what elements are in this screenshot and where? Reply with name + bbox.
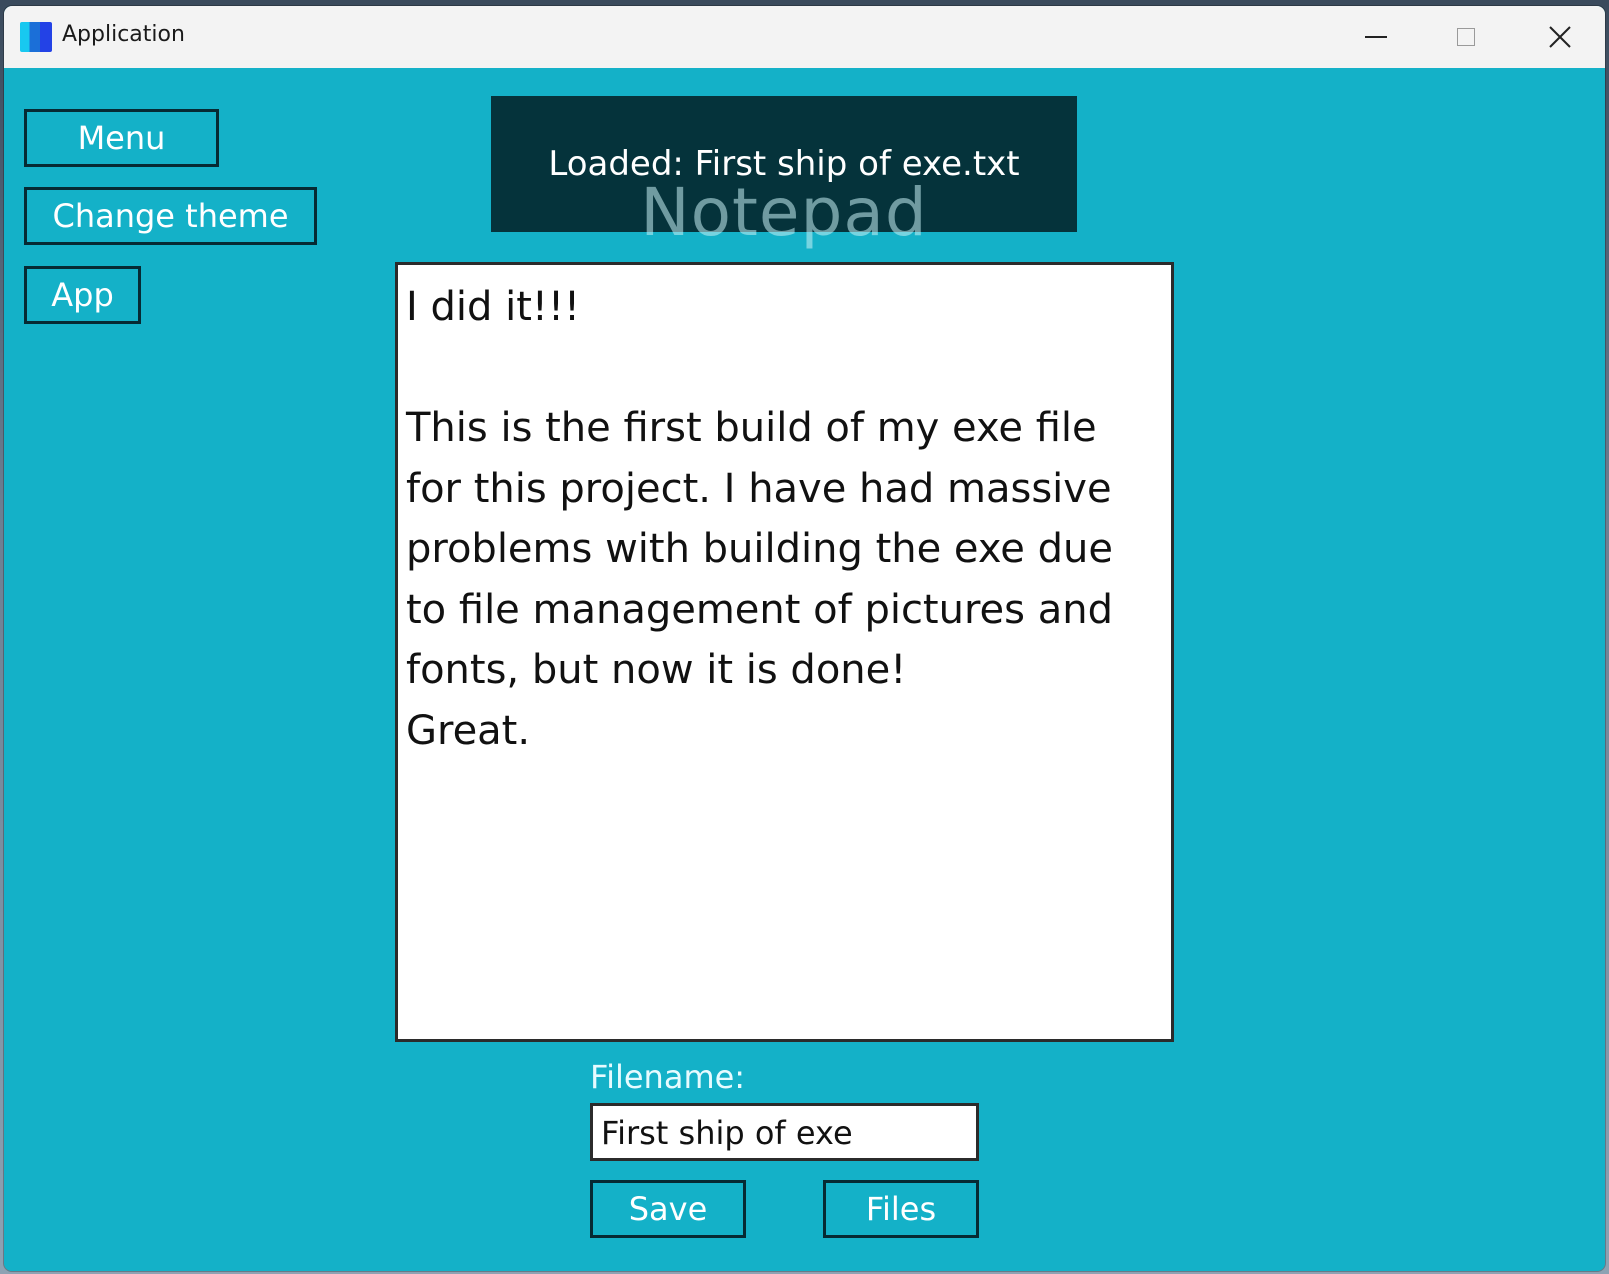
minimize-button[interactable] (1331, 6, 1421, 68)
save-button[interactable]: Save (590, 1180, 746, 1238)
client-area: Menu Change theme App Loaded: First ship… (4, 68, 1605, 1271)
minimize-icon (1365, 36, 1387, 38)
filename-label: Filename: (590, 1058, 746, 1096)
title-bar[interactable]: Application (4, 6, 1605, 69)
menu-button[interactable]: Menu (24, 109, 219, 167)
notepad-text-area[interactable]: I did it!!! This is the first build of m… (395, 262, 1174, 1042)
change-theme-button[interactable]: Change theme (24, 187, 317, 245)
close-button[interactable] (1515, 6, 1605, 68)
app-button[interactable]: App (24, 266, 141, 324)
filename-input[interactable]: First ship of exe (590, 1103, 979, 1161)
files-button[interactable]: Files (823, 1180, 979, 1238)
window-title: Application (62, 22, 185, 47)
maximize-icon (1457, 28, 1475, 46)
maximize-button[interactable] (1421, 6, 1511, 68)
app-icon (20, 22, 52, 52)
page-title: Notepad (640, 174, 928, 251)
close-icon (1549, 26, 1571, 48)
application-window: Application Menu Change theme App Loaded… (4, 6, 1605, 1271)
